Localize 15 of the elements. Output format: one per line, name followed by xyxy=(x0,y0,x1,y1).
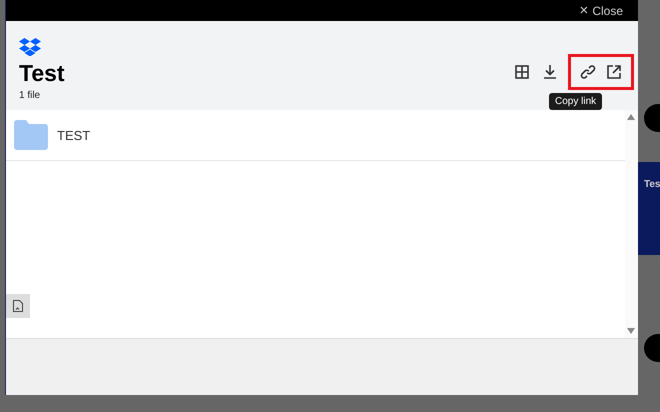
external-link-icon xyxy=(606,64,622,80)
background-text: Tes xyxy=(644,179,660,190)
folder-title: Test xyxy=(19,60,65,86)
dropbox-logo-icon xyxy=(19,38,41,56)
file-count: 1 file xyxy=(19,90,42,101)
file-name[interactable]: TEST xyxy=(57,128,90,142)
external-link-button[interactable] xyxy=(601,54,634,90)
close-button[interactable]: × Close xyxy=(580,4,623,18)
link-icon xyxy=(580,64,596,80)
grid-icon xyxy=(514,64,530,80)
download-icon xyxy=(542,64,558,80)
broken-image-icon xyxy=(13,300,23,312)
tooltip: Copy link xyxy=(549,93,602,110)
folder-icon xyxy=(14,120,48,150)
scrollbar[interactable] xyxy=(625,110,638,338)
